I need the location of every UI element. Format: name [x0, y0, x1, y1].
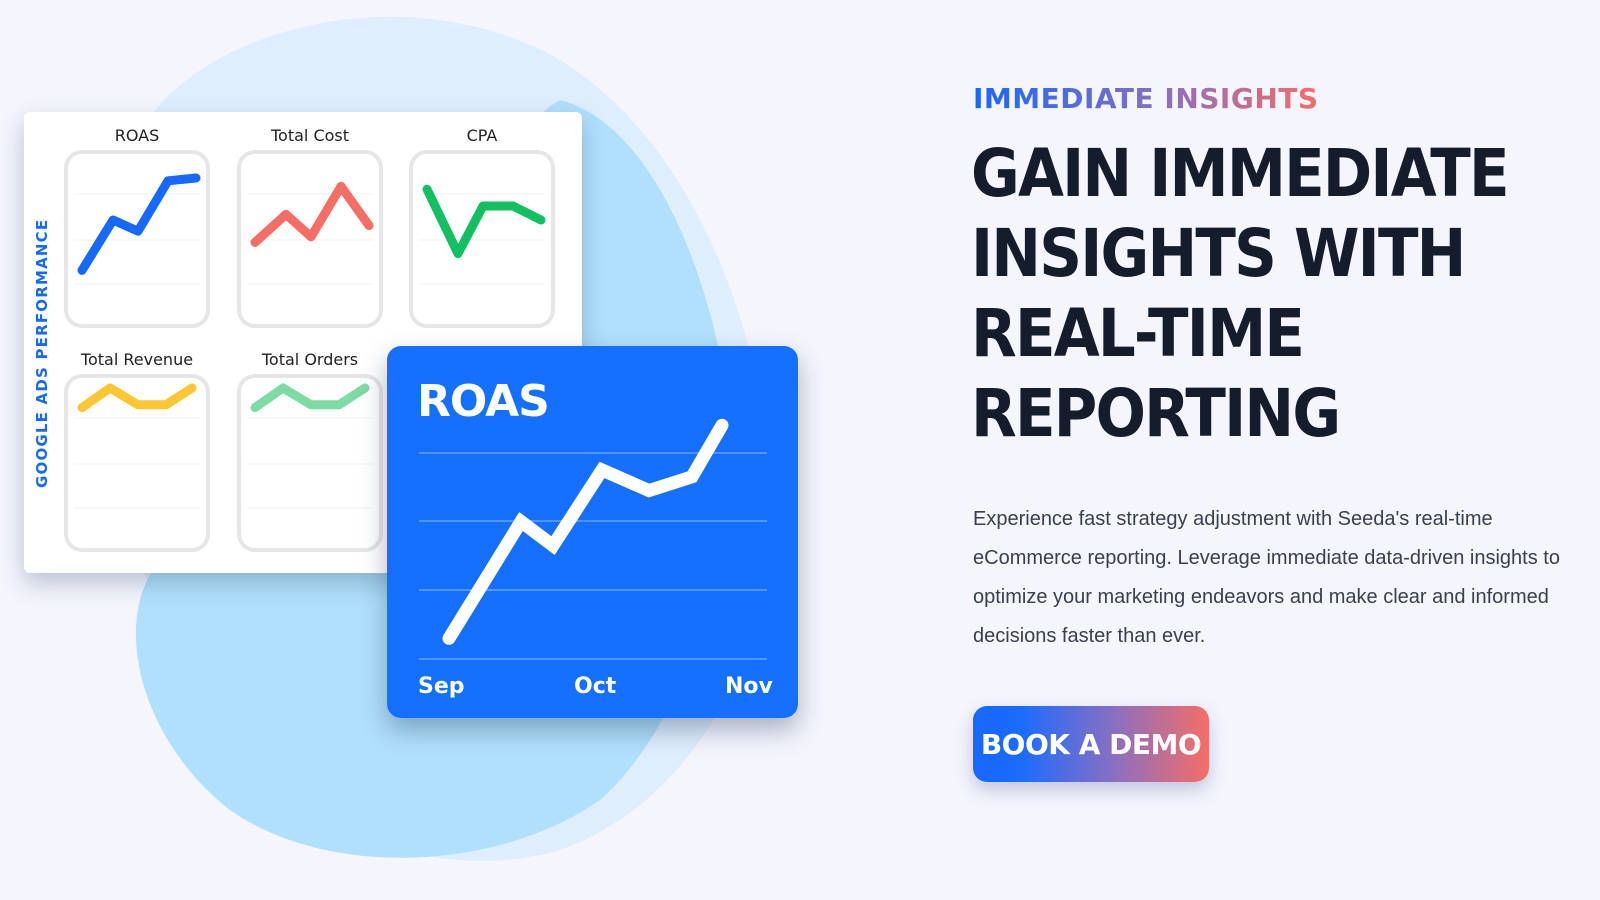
roas-line-chart — [419, 418, 767, 660]
mini-chart-line — [250, 181, 374, 247]
x-tick-label: Nov — [725, 674, 773, 699]
mini-chart-title: Total Orders — [261, 350, 359, 369]
headline-line: INSIGHTS WITH — [971, 215, 1466, 292]
headline-line: REAL-TIME — [971, 295, 1305, 372]
headline-line: REPORTING — [971, 375, 1341, 452]
x-tick-label: Oct — [574, 674, 617, 699]
mini-chart-line — [77, 383, 197, 413]
mini-chart-title: Total Cost — [270, 126, 350, 145]
roas-series-line — [442, 418, 729, 645]
mini-chart-line — [77, 173, 201, 275]
dashboard-side-label: GOOGLE ADS PERFORMANCE — [33, 218, 51, 488]
mini-chart — [64, 374, 210, 552]
mini-chart-title: ROAS — [114, 126, 160, 145]
mini-chart — [237, 150, 383, 328]
mini-chart-line — [250, 383, 370, 413]
x-tick-label: Sep — [418, 674, 465, 699]
roas-chart-card: ROAS Sep Oct Nov — [387, 346, 798, 718]
section-eyebrow: IMMEDIATE INSIGHTS — [973, 82, 1319, 115]
mini-chart — [64, 150, 210, 328]
mini-chart-title: Total Revenue — [80, 350, 194, 369]
description-paragraph: Experience fast strategy adjustment with… — [973, 508, 1560, 647]
mini-chart — [409, 150, 555, 328]
mini-chart-title: CPA — [466, 126, 498, 145]
headline-line: GAIN IMMEDIATE — [971, 135, 1510, 212]
page-title: GAIN IMMEDIATE INSIGHTS WITH REAL-TIME R… — [971, 134, 1511, 454]
book-demo-button[interactable]: BOOK A DEMO — [973, 706, 1209, 782]
mini-chart-line — [422, 184, 546, 259]
mini-chart — [237, 374, 383, 552]
